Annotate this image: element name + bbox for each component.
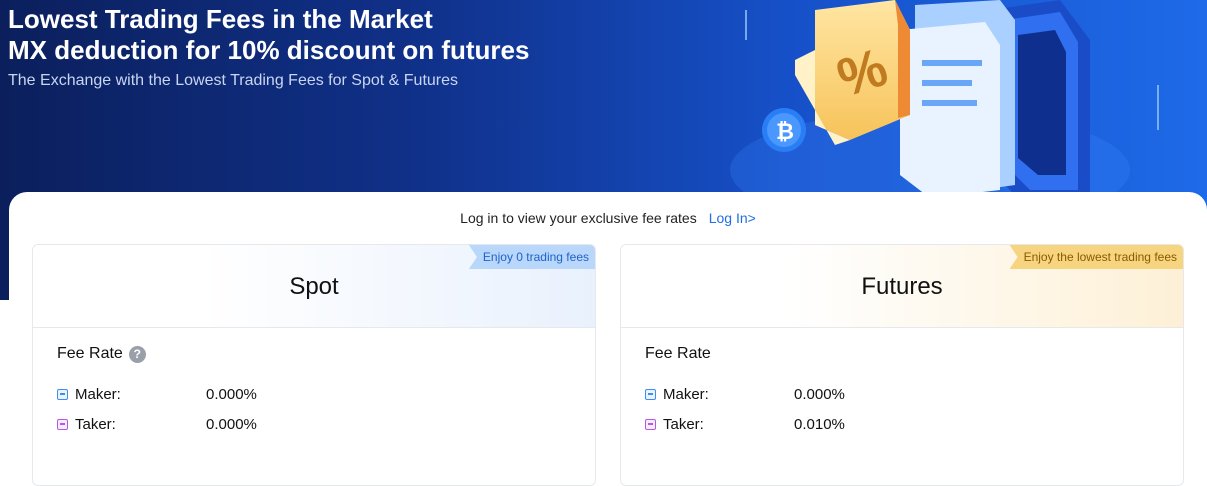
spot-fee-card: Spot Enjoy 0 trading fees Fee Rate ? Mak… (32, 244, 596, 486)
spot-taker-row: Taker: 0.000% (57, 416, 257, 433)
spot-fee-rate-label: Fee Rate (57, 345, 123, 362)
login-prompt-text: Log in to view your exclusive fee rates (460, 210, 697, 226)
spot-taker-value: 0.000% (206, 416, 257, 433)
login-link[interactable]: Log In> (709, 210, 756, 226)
spot-taker-label: Taker: (75, 416, 116, 433)
fee-panel: Log in to view your exclusive fee rates L… (9, 192, 1207, 486)
futures-taker-label: Taker: (663, 416, 704, 433)
futures-taker-row: Taker: 0.010% (645, 416, 845, 433)
futures-fee-rate-heading: Fee Rate (645, 345, 711, 363)
spot-fee-rate-heading: Fee Rate ? (57, 345, 146, 363)
taker-icon (57, 419, 68, 430)
futures-maker-value: 0.000% (794, 386, 845, 403)
futures-card-header: Futures Enjoy the lowest trading fees (621, 245, 1183, 328)
futures-ribbon-badge: Enjoy the lowest trading fees (1009, 245, 1183, 269)
spot-maker-label: Maker: (75, 386, 121, 403)
futures-fee-rate-label: Fee Rate (645, 345, 711, 362)
login-prompt-row: Log in to view your exclusive fee rates L… (9, 210, 1207, 226)
futures-fee-card: Futures Enjoy the lowest trading fees Fe… (620, 244, 1184, 486)
spot-card-header: Spot Enjoy 0 trading fees (33, 245, 595, 328)
hero-subtitle: The Exchange with the Lowest Trading Fee… (8, 72, 459, 89)
futures-maker-row: Maker: 0.000% (645, 386, 845, 403)
svg-text:₿: ₿ (776, 119, 794, 144)
bitcoin-coin-icon: ₿ (762, 108, 806, 152)
document-panels-icon (900, 0, 1015, 198)
hero-illustration: % ₿ (730, 0, 1159, 200)
maker-icon (57, 389, 68, 400)
futures-taker-value: 0.010% (794, 416, 845, 433)
hero-title-line1: Lowest Trading Fees in the Market (8, 4, 433, 34)
hero-title-line2: MX deduction for 10% discount on futures (8, 35, 530, 65)
spot-maker-value: 0.000% (206, 386, 257, 403)
futures-maker-label: Maker: (663, 386, 709, 403)
spot-card-title: Spot (289, 273, 339, 300)
maker-icon (645, 389, 656, 400)
spot-ribbon-badge: Enjoy 0 trading fees (468, 245, 595, 269)
spot-maker-row: Maker: 0.000% (57, 386, 257, 403)
help-icon[interactable]: ? (128, 345, 146, 363)
taker-icon (645, 419, 656, 430)
futures-card-title: Futures (861, 273, 943, 300)
